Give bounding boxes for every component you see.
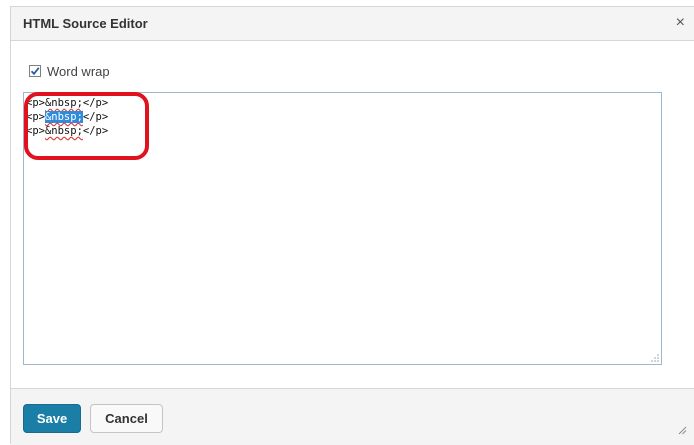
dialog-title: HTML Source Editor: [23, 16, 148, 31]
code-entity: &nbsp;: [44, 125, 83, 137]
code-open-tag: <p>: [26, 111, 45, 123]
code-close-tag: </p>: [82, 111, 109, 123]
selected-text: &nbsp;: [44, 111, 83, 123]
html-source-editor-dialog: HTML Source Editor × Word wrap <p>&nbsp;…: [10, 6, 694, 445]
checkmark-icon: [30, 67, 40, 76]
resize-grip-icon[interactable]: [651, 354, 659, 362]
code-entity: &nbsp;: [44, 97, 83, 109]
word-wrap-label: Word wrap: [47, 63, 110, 79]
code-line: <p>&nbsp;</p>: [26, 97, 108, 110]
close-icon[interactable]: ×: [676, 13, 685, 33]
source-code-textarea[interactable]: <p>&nbsp;</p> <p>&nbsp;</p> <p>&nbsp;</p…: [23, 92, 662, 365]
code-close-tag: </p>: [82, 125, 109, 137]
dialog-header: HTML Source Editor ×: [11, 7, 694, 41]
code-line: <p>&nbsp;</p>: [26, 125, 108, 138]
word-wrap-option[interactable]: Word wrap: [29, 62, 110, 80]
save-button[interactable]: Save: [23, 404, 81, 433]
cancel-button[interactable]: Cancel: [90, 404, 163, 433]
code-close-tag: </p>: [82, 97, 109, 109]
dialog-resize-icon[interactable]: [677, 425, 687, 435]
code-line: <p>&nbsp;</p>: [26, 111, 108, 124]
code-open-tag: <p>: [26, 125, 45, 137]
dialog-footer: Save Cancel: [11, 388, 694, 445]
word-wrap-checkbox[interactable]: [29, 65, 41, 77]
code-open-tag: <p>: [26, 97, 45, 109]
